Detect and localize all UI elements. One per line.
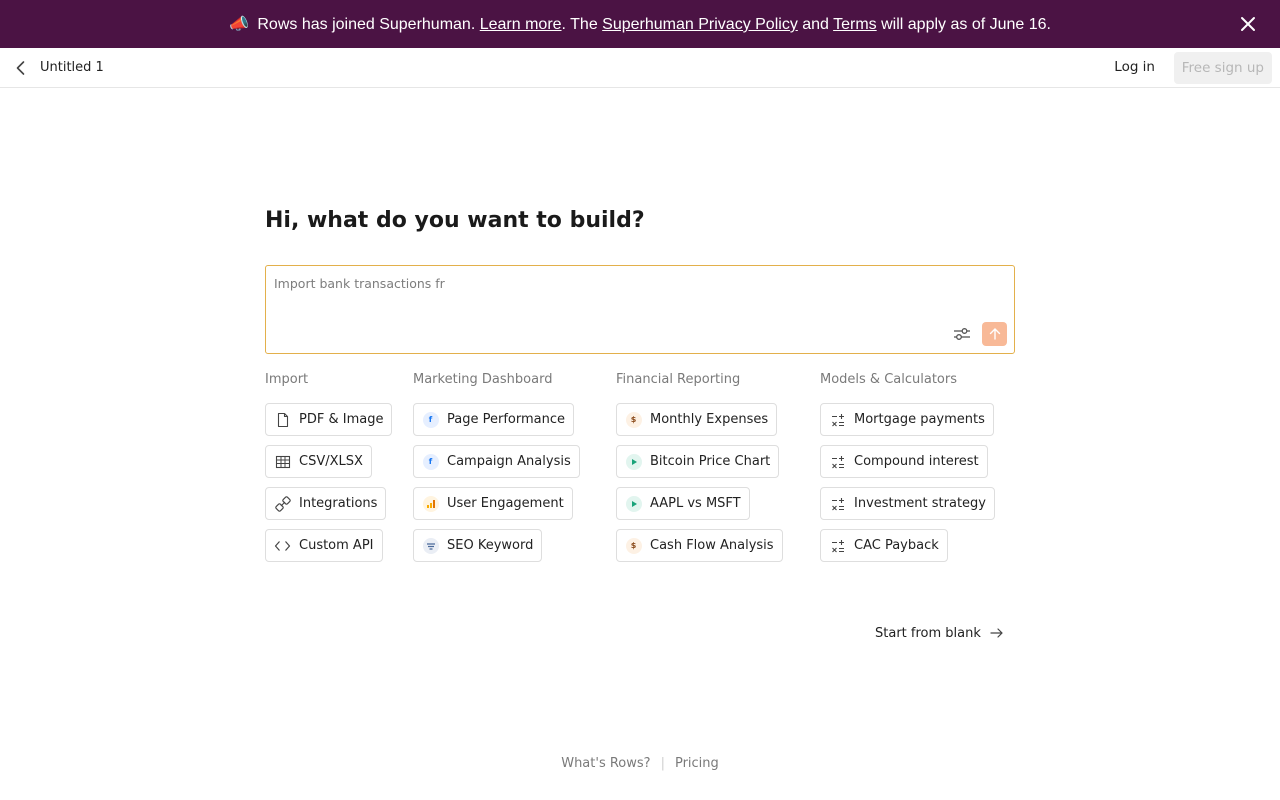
template-investment-strategy[interactable]: Investment strategy xyxy=(820,487,995,520)
template-seo-keyword[interactable]: SEO Keyword xyxy=(413,529,543,562)
template-aapl-vs-msft[interactable]: AAPL vs MSFT xyxy=(616,487,750,520)
template-custom-api[interactable]: Custom API xyxy=(265,529,383,562)
play-icon xyxy=(625,495,642,512)
chevron-left-icon[interactable] xyxy=(12,59,30,77)
footer-separator: | xyxy=(660,756,665,771)
calculator-icon xyxy=(829,411,846,428)
column-header: Models & Calculators xyxy=(820,372,957,387)
search-console-icon xyxy=(422,537,439,554)
play-icon xyxy=(625,453,642,470)
calculator-icon xyxy=(829,495,846,512)
prompt-box xyxy=(265,265,1015,354)
learn-more-link[interactable]: Learn more xyxy=(480,16,562,33)
arrow-right-icon xyxy=(990,628,1003,638)
terms-link[interactable]: Terms xyxy=(833,16,877,33)
pricing-link[interactable]: Pricing xyxy=(675,756,719,771)
template-csv-xlsx[interactable]: CSV/XLSX xyxy=(265,445,372,478)
dollar-icon: $ xyxy=(625,537,642,554)
page-title: Hi, what do you want to build? xyxy=(265,208,645,233)
template-monthly-expenses[interactable]: $ Monthly Expenses xyxy=(616,403,778,436)
footer: What's Rows? | Pricing xyxy=(0,756,1280,771)
top-bar: Untitled 1 Log in Free sign up xyxy=(0,48,1280,88)
free-signup-button[interactable]: Free sign up xyxy=(1173,52,1272,84)
banner-text: 📣 Rows has joined Superhuman. Learn more… xyxy=(229,16,1051,33)
column-header: Marketing Dashboard xyxy=(413,372,553,387)
analytics-icon xyxy=(422,495,439,512)
column-marketing-dashboard: Marketing Dashboard xyxy=(413,372,552,388)
file-icon xyxy=(274,411,291,428)
close-icon[interactable] xyxy=(1238,14,1258,34)
column-header: Financial Reporting xyxy=(616,372,741,387)
template-user-engagement[interactable]: User Engagement xyxy=(413,487,573,520)
template-page-performance[interactable]: f Page Performance xyxy=(413,403,574,436)
whats-rows-link[interactable]: What's Rows? xyxy=(561,756,650,771)
facebook-icon: f xyxy=(422,411,439,428)
template-integrations[interactable]: Integrations xyxy=(265,487,387,520)
table-icon xyxy=(274,453,291,470)
column-header: Import xyxy=(265,372,309,387)
column-financial-reporting: Financial Reporting xyxy=(616,372,740,388)
start-from-blank-button[interactable]: Start from blank xyxy=(875,625,1005,641)
template-campaign-analysis[interactable]: f Campaign Analysis xyxy=(413,445,580,478)
document-title[interactable]: Untitled 1 xyxy=(40,60,104,75)
announcement-banner: 📣 Rows has joined Superhuman. Learn more… xyxy=(0,0,1280,48)
submit-button[interactable] xyxy=(982,322,1007,346)
sliders-icon[interactable] xyxy=(952,324,972,344)
megaphone-icon: 📣 xyxy=(229,16,249,33)
link-icon xyxy=(274,495,291,512)
template-mortgage-payments[interactable]: Mortgage payments xyxy=(820,403,994,436)
template-cac-payback[interactable]: CAC Payback xyxy=(820,529,948,562)
calculator-icon xyxy=(829,537,846,554)
prompt-input[interactable] xyxy=(274,276,944,291)
template-bitcoin-price-chart[interactable]: Bitcoin Price Chart xyxy=(616,445,780,478)
template-compound-interest[interactable]: Compound interest xyxy=(820,445,988,478)
template-cash-flow-analysis[interactable]: $ Cash Flow Analysis xyxy=(616,529,783,562)
template-pdf-image[interactable]: PDF & Image xyxy=(265,403,393,436)
column-models-calculators: Models & Calculators xyxy=(820,372,957,388)
calculator-icon xyxy=(829,453,846,470)
login-button[interactable]: Log in xyxy=(1114,59,1155,75)
privacy-policy-link[interactable]: Superhuman Privacy Policy xyxy=(602,16,798,33)
column-import: Import xyxy=(265,372,308,388)
facebook-icon: f xyxy=(422,453,439,470)
arrow-up-icon xyxy=(989,328,1000,340)
code-icon xyxy=(274,537,291,554)
dollar-icon: $ xyxy=(625,411,642,428)
